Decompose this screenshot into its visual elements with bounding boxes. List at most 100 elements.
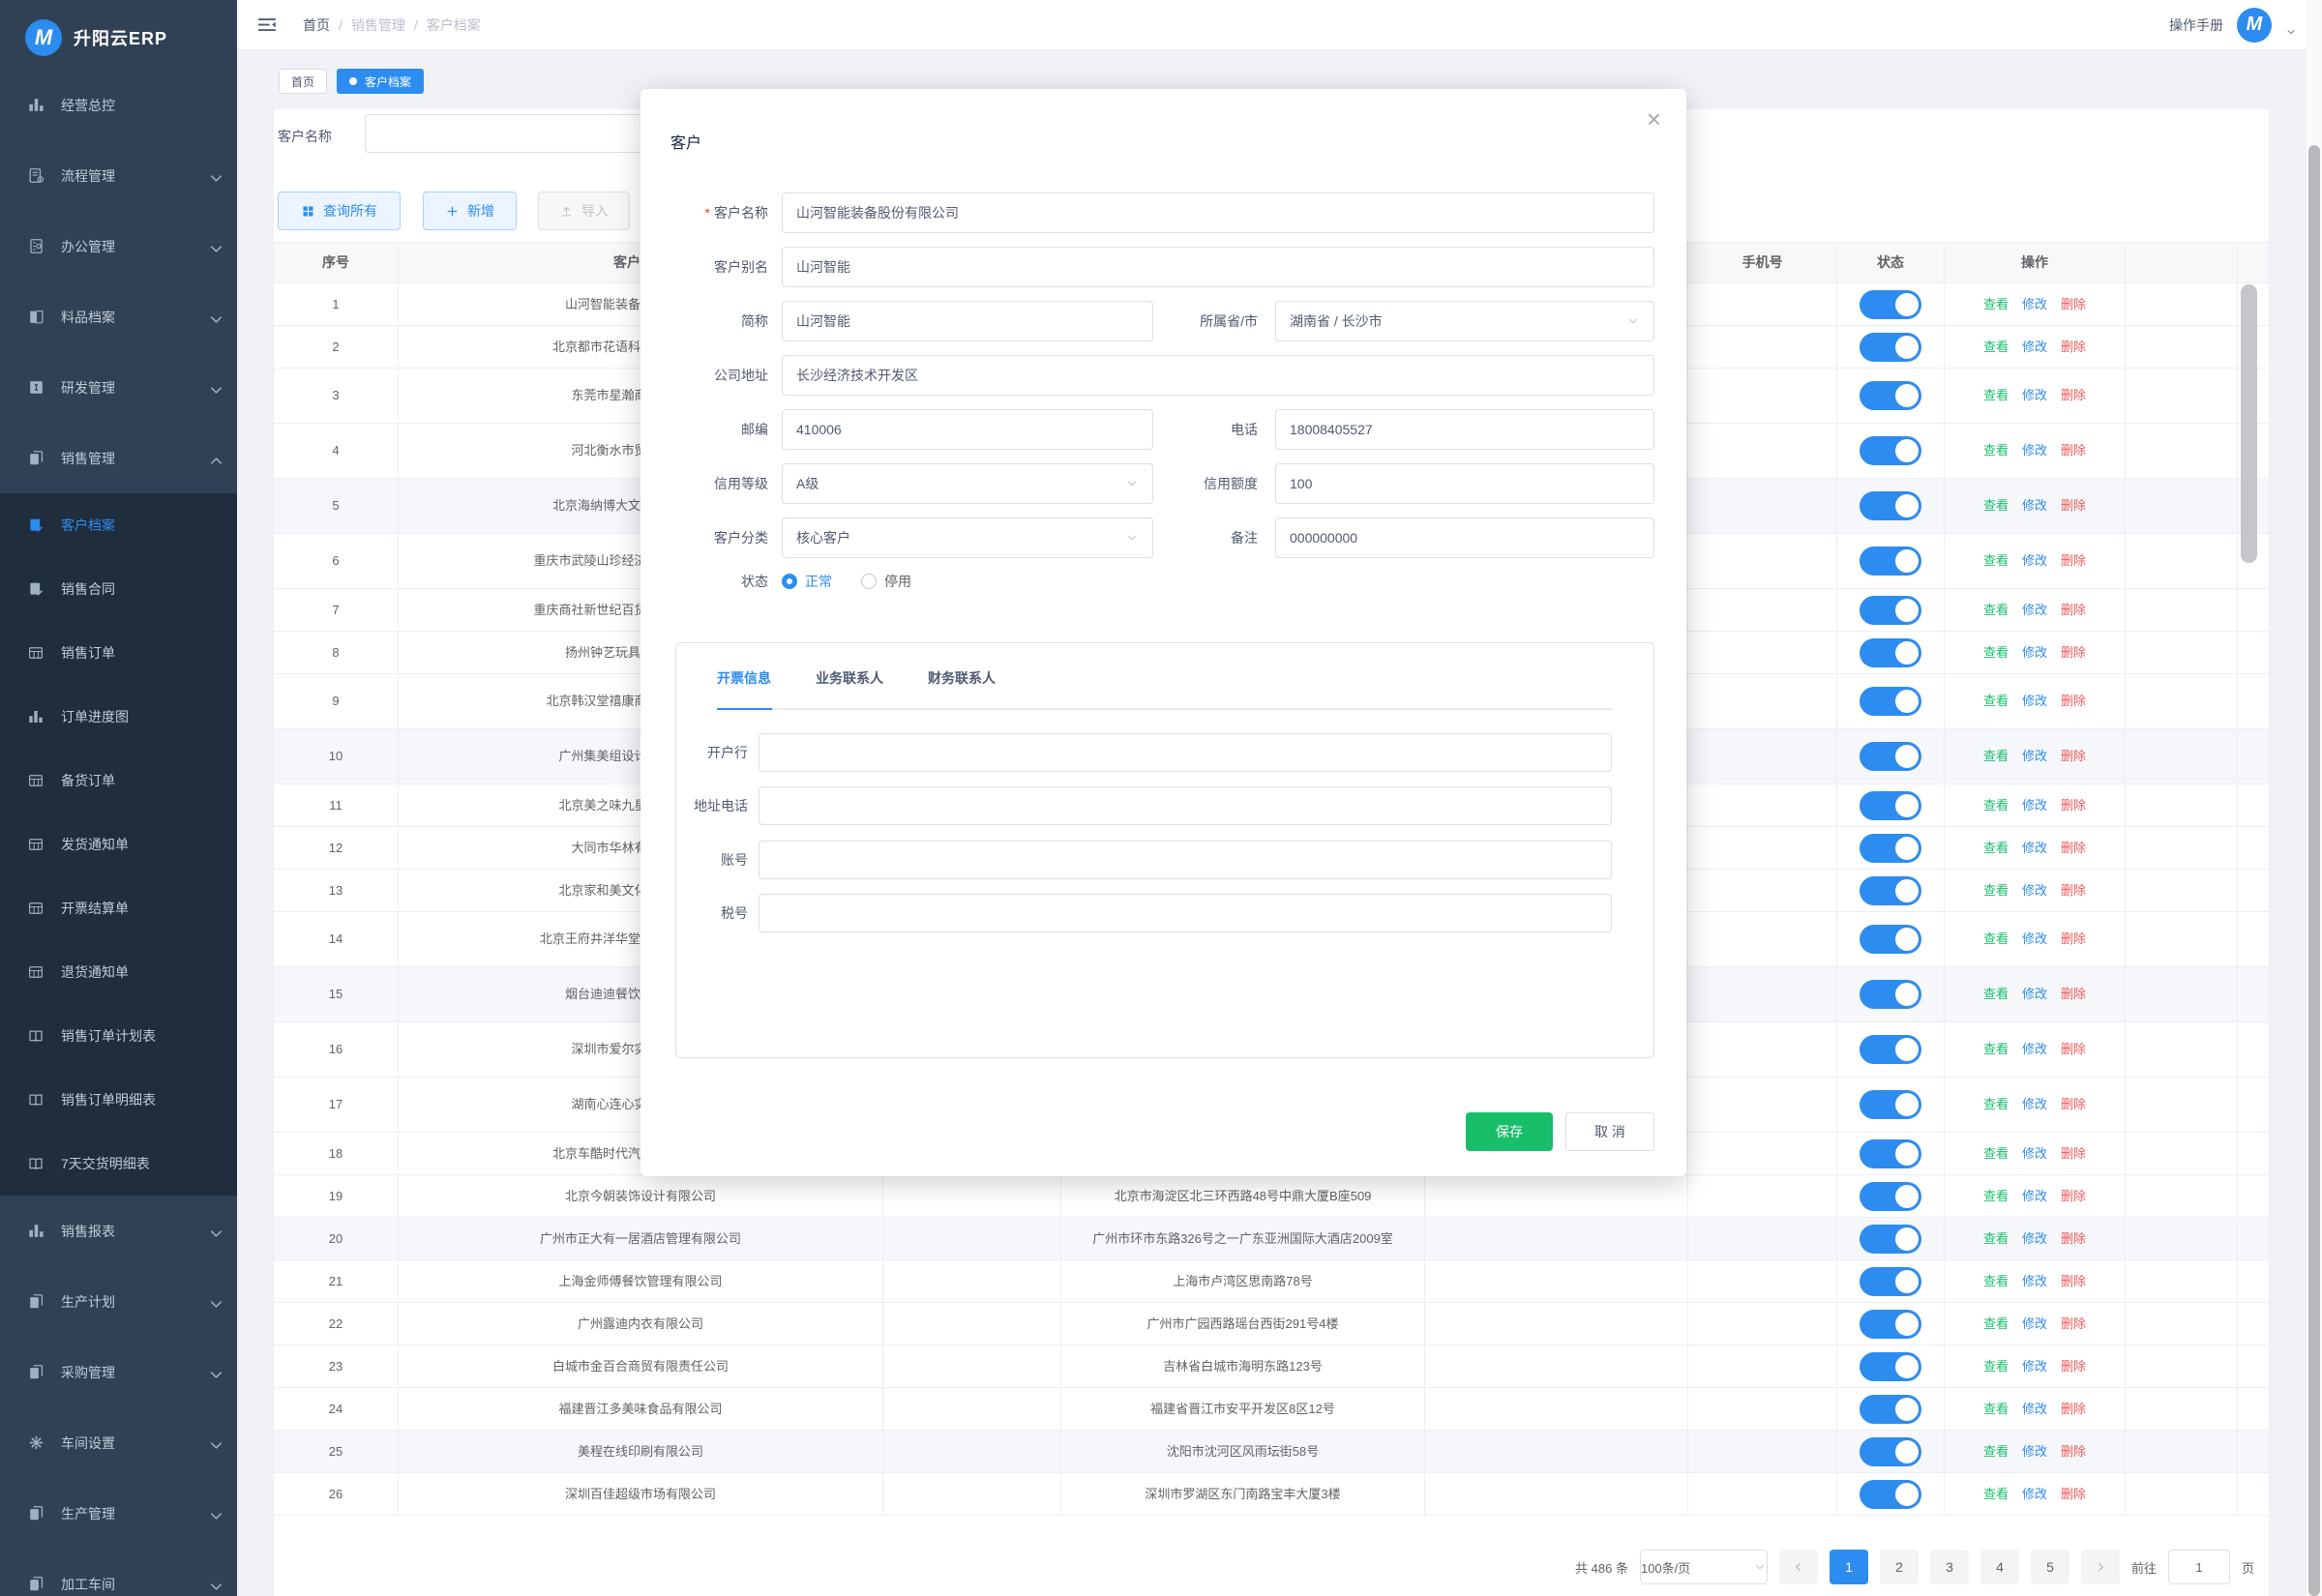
- edit-link[interactable]: 修改: [2022, 338, 2047, 357]
- edit-link[interactable]: 修改: [2022, 1485, 2047, 1504]
- collapse-sidebar-icon[interactable]: [256, 15, 278, 36]
- next-page-button[interactable]: [2081, 1550, 2120, 1584]
- page-scrollbar[interactable]: [2307, 0, 2322, 1596]
- sidebar-item-4[interactable]: 研发管理: [0, 352, 237, 423]
- view-link[interactable]: 查看: [1983, 839, 2009, 858]
- edit-link[interactable]: 修改: [2022, 295, 2047, 314]
- edit-link[interactable]: 修改: [2022, 496, 2047, 516]
- status-toggle[interactable]: [1860, 1480, 1921, 1509]
- status-toggle[interactable]: [1860, 1225, 1921, 1254]
- sidebar-item-6[interactable]: 客户档案: [0, 493, 237, 557]
- chevron-down-icon[interactable]: [207, 169, 220, 182]
- radio-disabled[interactable]: 停用: [861, 572, 911, 591]
- chevron-down-icon[interactable]: [207, 1436, 220, 1449]
- edit-link[interactable]: 修改: [2022, 1400, 2047, 1419]
- status-toggle[interactable]: [1860, 687, 1921, 716]
- table-row[interactable]: 25美程在线印刷有限公司沈阳市沈河区风雨坛街58号查看修改删除: [273, 1431, 2270, 1473]
- sidebar-item-9[interactable]: 订单进度图: [0, 685, 237, 749]
- zip-input[interactable]: [782, 409, 1153, 450]
- delete-link[interactable]: 删除: [2061, 1357, 2086, 1376]
- edit-link[interactable]: 修改: [2022, 930, 2047, 949]
- sidebar-item-14[interactable]: 销售订单计划表: [0, 1004, 237, 1068]
- view-link[interactable]: 查看: [1983, 1485, 2009, 1504]
- tax-number-input[interactable]: [759, 894, 1612, 932]
- edit-link[interactable]: 修改: [2022, 796, 2047, 815]
- view-link[interactable]: 查看: [1983, 1357, 2009, 1376]
- status-toggle[interactable]: [1860, 638, 1921, 667]
- delete-link[interactable]: 删除: [2061, 1485, 2086, 1504]
- sidebar-item-19[interactable]: 采购管理: [0, 1337, 237, 1407]
- sidebar-item-20[interactable]: 车间设置: [0, 1407, 237, 1478]
- sidebar-item-13[interactable]: 退货通知单: [0, 940, 237, 1004]
- view-link[interactable]: 查看: [1983, 1315, 2009, 1334]
- status-toggle[interactable]: [1860, 436, 1921, 465]
- page-button-4[interactable]: 4: [1980, 1550, 2019, 1584]
- delete-link[interactable]: 删除: [2061, 692, 2086, 711]
- chevron-down-icon[interactable]: [207, 1366, 220, 1378]
- edit-link[interactable]: 修改: [2022, 839, 2047, 858]
- status-toggle[interactable]: [1860, 491, 1921, 520]
- view-link[interactable]: 查看: [1983, 386, 2009, 405]
- edit-link[interactable]: 修改: [2022, 1187, 2047, 1206]
- sidebar-item-3[interactable]: 料品档案: [0, 281, 237, 352]
- status-toggle[interactable]: [1860, 1437, 1921, 1466]
- sidebar-item-0[interactable]: 经营总控: [0, 70, 237, 140]
- status-toggle[interactable]: [1860, 1139, 1921, 1168]
- view-link[interactable]: 查看: [1983, 1229, 2009, 1249]
- query-all-button[interactable]: 查询所有: [278, 192, 401, 230]
- chevron-down-icon[interactable]: [207, 1295, 220, 1308]
- status-toggle[interactable]: [1860, 876, 1921, 905]
- breadcrumb-home[interactable]: 首页: [303, 15, 330, 35]
- invoice-address-phone-input[interactable]: [759, 786, 1612, 825]
- edit-link[interactable]: 修改: [2022, 643, 2047, 663]
- manual-link[interactable]: 操作手册: [2169, 15, 2223, 35]
- status-toggle[interactable]: [1860, 1310, 1921, 1339]
- delete-link[interactable]: 删除: [2061, 643, 2086, 663]
- edit-link[interactable]: 修改: [2022, 1357, 2047, 1376]
- delete-link[interactable]: 删除: [2061, 1272, 2086, 1291]
- sidebar-item-1[interactable]: 流程管理: [0, 140, 237, 211]
- view-link[interactable]: 查看: [1983, 1144, 2009, 1164]
- credit-limit-input[interactable]: [1275, 463, 1654, 504]
- edit-link[interactable]: 修改: [2022, 1315, 2047, 1334]
- sidebar-item-2[interactable]: 办公管理: [0, 211, 237, 281]
- view-link[interactable]: 查看: [1983, 1442, 2009, 1462]
- delete-link[interactable]: 删除: [2061, 338, 2086, 357]
- status-toggle[interactable]: [1860, 381, 1921, 410]
- page-scrollbar-thumb[interactable]: [2308, 145, 2320, 1596]
- phone-input[interactable]: [1275, 409, 1654, 450]
- delete-link[interactable]: 删除: [2061, 601, 2086, 620]
- delete-link[interactable]: 删除: [2061, 386, 2086, 405]
- view-link[interactable]: 查看: [1983, 295, 2009, 314]
- edit-link[interactable]: 修改: [2022, 386, 2047, 405]
- delete-link[interactable]: 删除: [2061, 295, 2086, 314]
- sidebar-item-18[interactable]: 生产计划: [0, 1266, 237, 1337]
- delete-link[interactable]: 删除: [2061, 1442, 2086, 1462]
- status-toggle[interactable]: [1860, 1352, 1921, 1381]
- chevron-down-icon[interactable]: [207, 310, 220, 323]
- company-address-input[interactable]: [782, 355, 1654, 396]
- status-toggle[interactable]: [1860, 834, 1921, 863]
- view-link[interactable]: 查看: [1983, 601, 2009, 620]
- delete-link[interactable]: 删除: [2061, 747, 2086, 766]
- delete-link[interactable]: 删除: [2061, 796, 2086, 815]
- delete-link[interactable]: 删除: [2061, 1095, 2086, 1114]
- chevron-down-icon[interactable]: [2285, 23, 2297, 35]
- radio-normal[interactable]: 正常: [782, 572, 832, 591]
- edit-link[interactable]: 修改: [2022, 747, 2047, 766]
- status-toggle[interactable]: [1860, 925, 1921, 954]
- add-button[interactable]: 新增: [423, 192, 517, 230]
- edit-link[interactable]: 修改: [2022, 551, 2047, 571]
- view-link[interactable]: 查看: [1983, 1040, 2009, 1059]
- table-row[interactable]: 20广州市正大有一居酒店管理有限公司广州市环市东路326号之一广东亚洲国际大酒店…: [273, 1218, 2270, 1260]
- page-tab-1[interactable]: 客户档案: [337, 69, 424, 94]
- edit-link[interactable]: 修改: [2022, 601, 2047, 620]
- view-link[interactable]: 查看: [1983, 985, 2009, 1004]
- status-toggle[interactable]: [1860, 1182, 1921, 1211]
- delete-link[interactable]: 删除: [2061, 1315, 2086, 1334]
- table-row[interactable]: 21上海金师傅餐饮管理有限公司上海市卢湾区思南路78号查看修改删除: [273, 1260, 2270, 1303]
- status-toggle[interactable]: [1860, 1090, 1921, 1119]
- delete-link[interactable]: 删除: [2061, 839, 2086, 858]
- edit-link[interactable]: 修改: [2022, 985, 2047, 1004]
- tab-invoice-info[interactable]: 开票信息: [717, 668, 771, 688]
